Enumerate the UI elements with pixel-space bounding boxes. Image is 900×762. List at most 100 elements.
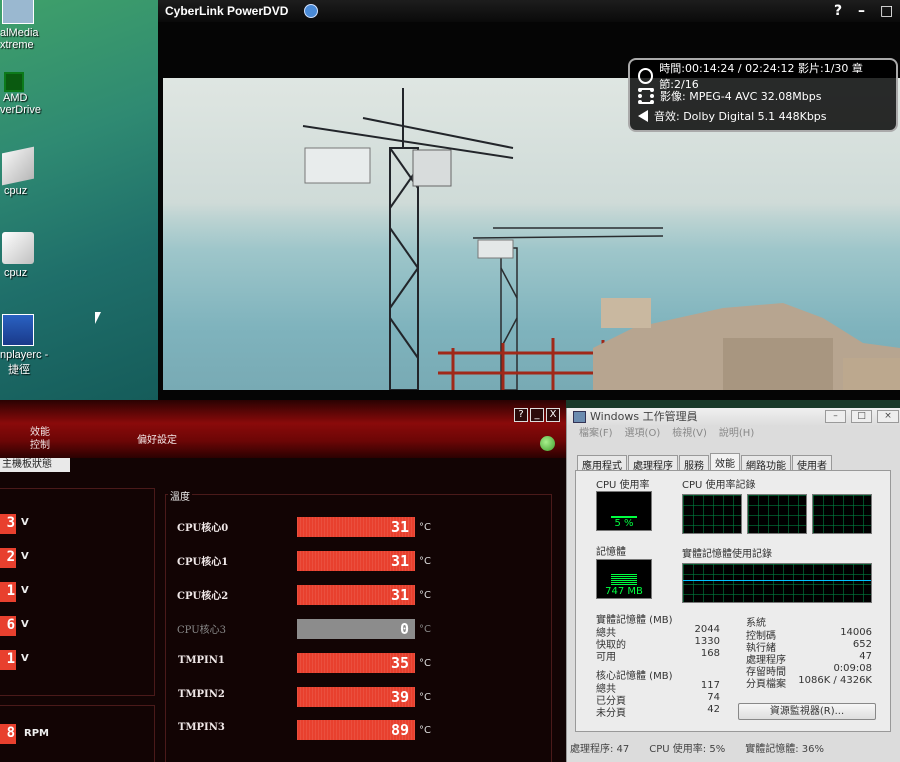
upgrade-icon[interactable] — [304, 4, 319, 18]
temp-readout-cpu3: 0 — [297, 619, 415, 639]
fan-readout: 8 — [0, 724, 16, 744]
status-indicator-icon — [540, 436, 555, 451]
powerdvd-window: CyberLink PowerDVD ? – □ 時間:00:14:24 / 0… — [158, 0, 900, 400]
temp-unit: °C — [419, 658, 431, 669]
voltage-readout: 2 — [0, 548, 16, 568]
temperature-group-label: 溫度 — [168, 488, 192, 503]
voltage-unit: V — [21, 551, 29, 562]
menu-help[interactable]: 說明(H) — [719, 426, 754, 442]
hardware-monitor-window: 效能 控制 偏好設定 ? _ X 主機板狀態 溫度 3 V 2 V 1 V 6 … — [0, 400, 566, 762]
stat-row: 未分頁 42 — [596, 704, 720, 719]
memory-label: 記憶體 — [596, 547, 626, 558]
menu-view[interactable]: 檢視(V) — [672, 426, 707, 442]
board-status-tab[interactable]: 主機板狀態 — [0, 458, 70, 472]
task-manager-window: Windows 工作管理員 – □ × 檔案(F) 選項(O) 檢視(V) 說明… — [566, 408, 900, 762]
status-bar: 處理程序: 47 CPU 使用率: 5% 實體記憶體: 36% — [567, 732, 900, 762]
amd-logo-icon — [4, 72, 24, 92]
desktop-icon-cpuz-1[interactable]: cpuz — [0, 146, 70, 197]
minimize-button[interactable]: – — [858, 3, 865, 19]
desktop-icon-amd-overdrive[interactable]: AMD verDrive — [0, 72, 70, 116]
tab-services[interactable]: 服務 — [679, 455, 709, 472]
cpu-history-graph-core1 — [747, 494, 807, 534]
memory-value: 747 MB — [605, 586, 643, 597]
voltage-unit: V — [21, 585, 29, 596]
desktop-icon-realmedia[interactable]: alMedia xtreme — [0, 0, 70, 51]
tab-bar: 應用程式 處理程序 服務 效能 網路功能 使用者 — [577, 453, 833, 472]
performance-panel: CPU 使用率 5 % CPU 使用率記錄 記憶體 747 MB 實體記憶體使用… — [575, 470, 891, 732]
temp-label-cpu3: CPU核心3 — [177, 625, 226, 636]
status-memory: 實體記憶體: 36% — [745, 743, 824, 755]
tab-applications[interactable]: 應用程式 — [577, 455, 627, 472]
menu-bar: 檔案(F) 選項(O) 檢視(V) 說明(H) — [567, 426, 900, 442]
temp-unit: °C — [419, 522, 431, 533]
temp-label-tmpin2: TMPIN2 — [178, 689, 225, 700]
help-button[interactable]: ? — [514, 408, 528, 422]
resource-monitor-button[interactable]: 資源監視器(R)... — [738, 703, 876, 720]
cpuz-icon — [2, 146, 34, 186]
tab-users[interactable]: 使用者 — [792, 455, 832, 472]
cpu-history-graph-core2 — [812, 494, 872, 534]
help-button[interactable]: ? — [834, 3, 842, 19]
cpu-history-graph-core0 — [682, 494, 742, 534]
temp-label-cpu2: CPU核心2 — [177, 591, 229, 602]
task-manager-icon — [573, 411, 586, 423]
temp-label-cpu0: CPU核心0 — [177, 523, 229, 534]
maximize-button[interactable]: □ — [851, 410, 872, 423]
temp-unit: °C — [419, 692, 431, 703]
minimize-button[interactable]: _ — [530, 408, 544, 422]
cpu-usage-label: CPU 使用率 — [596, 480, 650, 491]
memory-bar — [611, 574, 637, 586]
powerdvd-title: CyberLink PowerDVD — [165, 4, 289, 18]
menu-options[interactable]: 選項(O) — [625, 426, 661, 442]
voltage-readout: 3 — [0, 514, 16, 534]
menu-file[interactable]: 檔案(F) — [579, 426, 613, 442]
temp-label-cpu1: CPU核心1 — [177, 557, 229, 568]
tab-performance-control[interactable]: 效能 控制 — [30, 426, 50, 452]
temp-readout-cpu2: 31 — [297, 585, 415, 605]
powerdvd-titlebar: CyberLink PowerDVD — [158, 0, 900, 22]
minimize-button[interactable]: – — [825, 410, 846, 423]
audio-row: 音效: Dolby Digital 5.1 448Kbps — [638, 106, 888, 126]
desktop: alMedia xtreme AMD verDrive cpuz cpuz np… — [0, 0, 160, 400]
status-cpu: CPU 使用率: 5% — [649, 743, 726, 755]
desktop-icon-kmplayer[interactable]: nplayerc - 捷徑 — [0, 314, 70, 377]
memory-history-label: 實體記憶體使用記錄 — [682, 549, 772, 560]
temp-unit: °C — [419, 556, 431, 567]
tab-networking[interactable]: 網路功能 — [741, 455, 791, 472]
cpu-usage-meter: 5 % — [596, 491, 652, 531]
desktop-icon-cpuz-2[interactable]: cpuz — [0, 232, 70, 279]
memory-history-line — [683, 580, 871, 581]
status-processes: 處理程序: 47 — [570, 743, 630, 755]
speaker-icon — [638, 110, 648, 122]
temp-unit: °C — [419, 590, 431, 601]
monitor-header: 效能 控制 偏好設定 ? _ X — [0, 400, 566, 458]
cpuz-icon — [2, 232, 34, 264]
mouse-cursor-icon — [95, 312, 107, 324]
temp-readout-tmpin3: 89 — [297, 720, 415, 740]
voltage-unit: V — [21, 653, 29, 664]
voltage-unit: V — [21, 619, 29, 630]
memory-history-graph — [682, 563, 872, 603]
tab-preferences[interactable]: 偏好設定 — [137, 434, 177, 447]
memory-meter: 747 MB — [596, 559, 652, 599]
kmplayer-icon — [2, 314, 34, 346]
temp-readout-tmpin1: 35 — [297, 653, 415, 673]
cpu-history-label: CPU 使用率記錄 — [682, 480, 756, 491]
voltage-readout: 6 — [0, 616, 16, 636]
tab-performance[interactable]: 效能 — [710, 453, 740, 470]
stat-row: 分頁檔案 1086K / 4326K — [746, 675, 872, 690]
task-manager-title: Windows 工作管理員 — [590, 410, 698, 423]
temp-readout-tmpin2: 39 — [297, 687, 415, 707]
cpu-usage-value: 5 % — [614, 518, 634, 529]
tab-processes[interactable]: 處理程序 — [628, 455, 678, 472]
maximize-button[interactable]: □ — [880, 3, 893, 19]
voltage-readout: 1 — [0, 650, 16, 670]
fan-unit: RPM — [24, 728, 49, 739]
close-button[interactable]: × — [877, 410, 899, 423]
close-button[interactable]: X — [546, 408, 560, 422]
temp-label-tmpin3: TMPIN3 — [178, 722, 225, 733]
task-manager-titlebar: Windows 工作管理員 – □ × — [567, 408, 900, 426]
voltage-unit: V — [21, 517, 29, 528]
temp-readout-cpu1: 31 — [297, 551, 415, 571]
stat-row: 可用 168 — [596, 648, 720, 663]
